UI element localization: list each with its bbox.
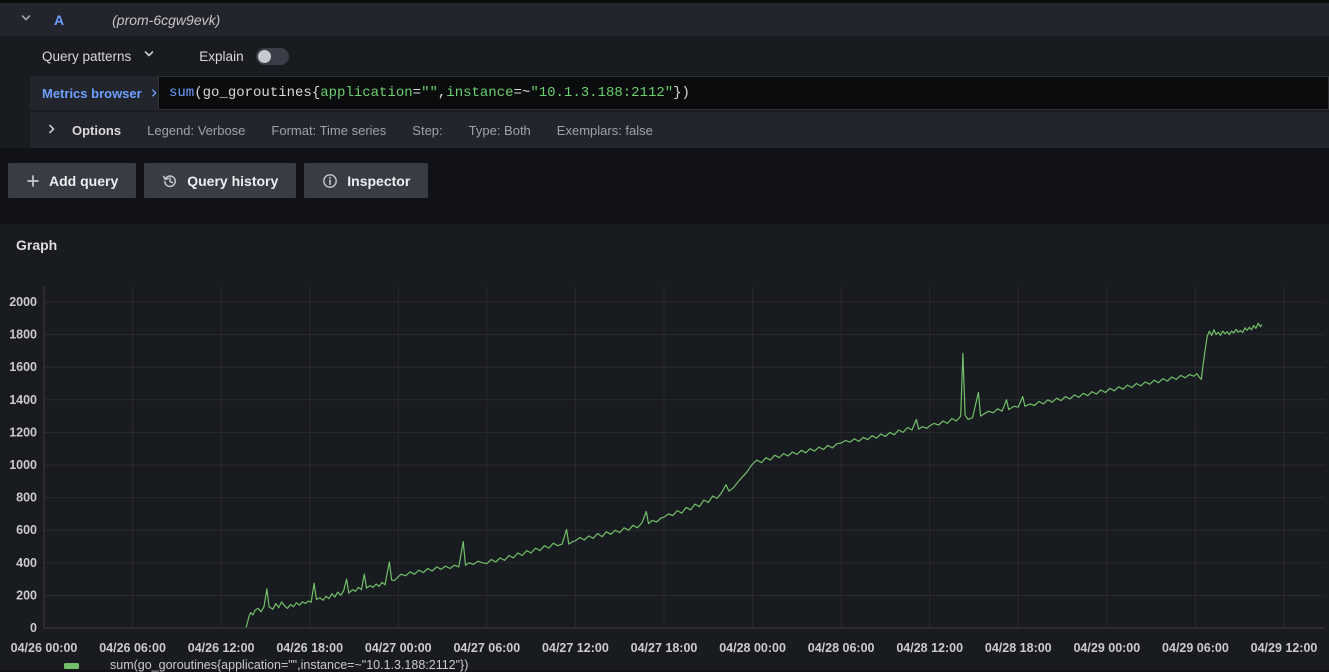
add-query-label: Add query — [49, 173, 118, 189]
y-tick-label: 1000 — [9, 458, 37, 472]
y-tick-label: 1400 — [9, 393, 37, 407]
y-tick-label: 1800 — [9, 328, 37, 342]
x-tick-label: 04/29 00:00 — [1073, 641, 1140, 655]
options-title: Options — [72, 123, 121, 138]
query-token: }) — [673, 85, 690, 101]
inspector-label: Inspector — [347, 173, 410, 189]
chevron-down-icon[interactable] — [20, 11, 32, 29]
x-tick-label: 04/27 18:00 — [631, 641, 698, 655]
info-circle-icon — [322, 173, 338, 189]
query-token: "10.1.3.188:2112" — [530, 85, 673, 101]
history-icon — [162, 173, 178, 189]
options-legend-summary: Legend: Verbose — [147, 123, 245, 138]
query-toolbar: Query patterns Explain — [0, 36, 1329, 76]
y-tick-label: 1600 — [9, 360, 37, 374]
query-token: sum — [169, 85, 194, 101]
x-tick-label: 04/28 18:00 — [985, 641, 1052, 655]
query-field-row: Metrics browser sum(go_goroutines{applic… — [0, 76, 1329, 110]
query-row-header[interactable]: A (prom-6cgw9evk) — [0, 0, 1329, 36]
query-token: =~ — [514, 85, 531, 101]
x-tick-label: 04/26 12:00 — [188, 641, 255, 655]
plus-icon — [26, 174, 40, 188]
goroutines-time-series-chart[interactable]: 0 200 400 600 800 1000 1200 1400 1600 1800 2000 04/… — [0, 224, 1329, 670]
chevron-right-icon[interactable] — [46, 123, 58, 138]
query-patterns-dropdown[interactable]: Query patterns — [42, 49, 131, 64]
y-tick-label: 2000 — [9, 295, 37, 309]
query-token: = — [413, 85, 421, 101]
x-tick-label: 04/26 06:00 — [99, 641, 166, 655]
y-tick-label: 200 — [16, 588, 37, 602]
x-tick-label: 04/27 06:00 — [453, 641, 520, 655]
options-step-summary: Step: — [412, 123, 442, 138]
x-tick-label: 04/28 00:00 — [719, 641, 786, 655]
query-token: "" — [421, 85, 438, 101]
promql-query-input[interactable]: sum(go_goroutines{application="",instanc… — [158, 76, 1329, 110]
x-tick-label: 04/26 18:00 — [276, 641, 343, 655]
query-history-label: Query history — [187, 173, 278, 189]
query-token: , — [438, 85, 446, 101]
options-exemplars-summary: Exemplars: false — [557, 123, 653, 138]
explain-toggle[interactable] — [256, 48, 289, 65]
y-tick-label: 0 — [30, 621, 37, 635]
legend-series-swatch — [64, 663, 79, 669]
toggle-knob — [258, 50, 271, 63]
chevron-down-icon[interactable] — [143, 47, 155, 65]
options-collapsed-row[interactable]: Options Legend: Verbose Format: Time ser… — [30, 112, 1329, 148]
options-type-summary: Type: Both — [469, 123, 531, 138]
query-token: instance — [446, 85, 513, 101]
x-tick-label: 04/27 12:00 — [542, 641, 609, 655]
x-tick-label: 04/29 12:00 — [1251, 641, 1318, 655]
y-tick-label: 400 — [16, 556, 37, 570]
metrics-browser-label: Metrics browser — [42, 86, 142, 101]
query-token: application — [320, 85, 412, 101]
add-query-button[interactable]: Add query — [8, 163, 136, 198]
x-tick-label: 04/26 00:00 — [11, 641, 78, 655]
x-tick-label: 04/28 12:00 — [896, 641, 963, 655]
inspector-button[interactable]: Inspector — [304, 163, 428, 198]
y-tick-label: 800 — [16, 491, 37, 505]
explain-label: Explain — [199, 49, 243, 64]
query-ref-id: A — [54, 12, 64, 28]
explore-actions: Add query Query history Inspector — [8, 163, 428, 198]
query-token: (go_goroutines{ — [194, 85, 320, 101]
x-tick-label: 04/27 00:00 — [365, 641, 432, 655]
graph-panel: Graph 0200400600800100012001400160018002… — [0, 224, 1329, 670]
datasource-hint: (prom-6cgw9evk) — [112, 12, 220, 28]
x-tick-label: 04/28 06:00 — [808, 641, 875, 655]
options-format-summary: Format: Time series — [271, 123, 386, 138]
y-tick-label: 600 — [16, 523, 37, 537]
query-history-button[interactable]: Query history — [144, 163, 296, 198]
metrics-browser-button[interactable]: Metrics browser — [30, 76, 158, 110]
x-tick-label: 04/29 06:00 — [1162, 641, 1229, 655]
y-tick-label: 1200 — [9, 425, 37, 439]
